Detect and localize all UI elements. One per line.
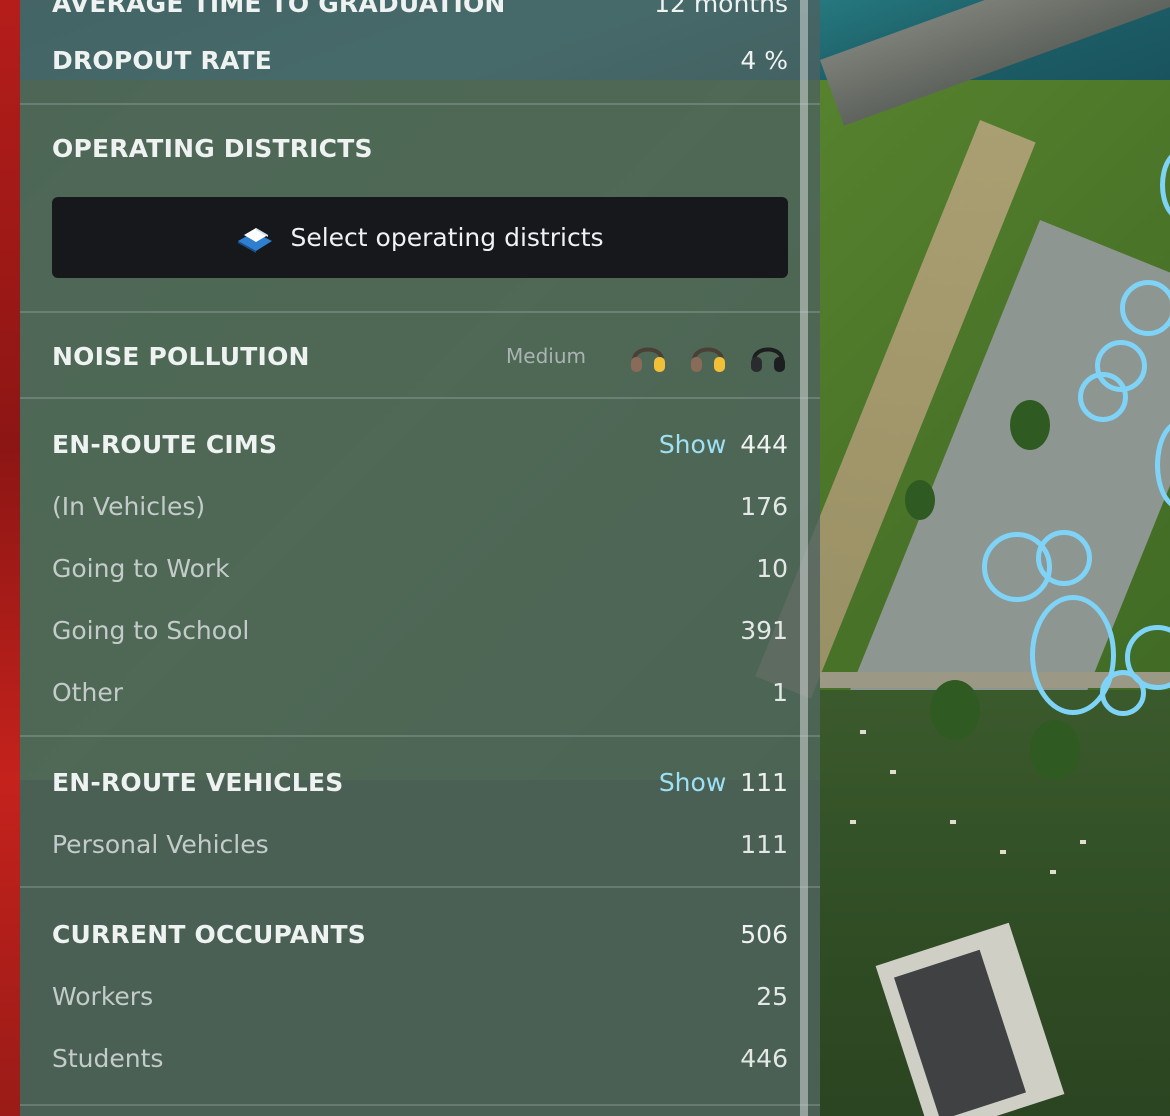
- show-cims-link[interactable]: Show: [659, 430, 726, 459]
- list-item: Going to Work 10: [52, 548, 788, 588]
- workers-label: Workers: [52, 981, 154, 1011]
- current-occupants-value: 506: [740, 919, 788, 949]
- districts-label: OPERATING DISTRICTS: [52, 133, 373, 163]
- divider: [20, 886, 820, 888]
- going-to-school-label: Going to School: [52, 615, 250, 645]
- en-route-cims-row: EN-ROUTE CIMS Show 444: [52, 424, 788, 464]
- selection-outline: [1095, 340, 1147, 392]
- list-item: Going to School 391: [52, 610, 788, 650]
- selection-outline: [1036, 530, 1092, 586]
- left-edge-panel: [0, 0, 20, 1116]
- list-item: Other 1: [52, 672, 788, 712]
- tree: [905, 480, 935, 520]
- personal-vehicles-value: 111: [740, 829, 788, 859]
- list-item: Personal Vehicles 111: [52, 824, 788, 864]
- going-to-work-label: Going to Work: [52, 553, 230, 583]
- headphones-icon: [688, 338, 728, 374]
- select-districts-label: Select operating districts: [290, 223, 604, 252]
- list-item: (In Vehicles) 176: [52, 486, 788, 526]
- en-route-cims-value: 444: [740, 429, 788, 459]
- en-route-vehicles-right: Show 111: [659, 768, 788, 797]
- list-item: Students 446: [52, 1038, 788, 1078]
- en-route-vehicles-label: EN-ROUTE VEHICLES: [52, 767, 344, 797]
- divider: [20, 103, 820, 105]
- en-route-cims-label: EN-ROUTE CIMS: [52, 429, 278, 459]
- students-value: 446: [740, 1043, 788, 1073]
- divider: [20, 735, 820, 737]
- selection-outline: [1120, 280, 1170, 336]
- students-label: Students: [52, 1043, 164, 1073]
- in-vehicles-value: 176: [740, 491, 788, 521]
- gravestone: [1050, 870, 1056, 874]
- dropout-row: DROPOUT RATE 4 %: [52, 40, 788, 80]
- tree: [1030, 720, 1080, 780]
- en-route-vehicles-value: 111: [740, 767, 788, 797]
- headphones-icon: [748, 338, 788, 374]
- noise-rating: Medium: [506, 338, 788, 374]
- select-districts-button[interactable]: Select operating districts: [52, 197, 788, 278]
- avg-time-row: AVERAGE TIME TO GRADUATION 12 months: [52, 0, 788, 18]
- personal-vehicles-label: Personal Vehicles: [52, 829, 269, 859]
- other-value: 1: [772, 677, 788, 707]
- avg-time-value: 12 months: [654, 0, 788, 18]
- gravestone: [1080, 840, 1086, 844]
- noise-level-label: Medium: [506, 344, 586, 368]
- in-vehicles-label: (In Vehicles): [52, 491, 206, 521]
- headphones-icon: [628, 338, 668, 374]
- gravestone: [950, 820, 956, 824]
- dropout-label: DROPOUT RATE: [52, 45, 273, 75]
- tree: [930, 680, 980, 740]
- tree: [1010, 400, 1050, 450]
- going-to-school-value: 391: [740, 615, 788, 645]
- gravestone: [890, 770, 896, 774]
- show-vehicles-link[interactable]: Show: [659, 768, 726, 797]
- divider: [20, 311, 820, 313]
- districts-row: OPERATING DISTRICTS: [52, 128, 788, 168]
- divider: [20, 397, 820, 399]
- gravestone: [1000, 850, 1006, 854]
- avg-time-label: AVERAGE TIME TO GRADUATION: [52, 0, 506, 18]
- en-route-vehicles-row: EN-ROUTE VEHICLES Show 111: [52, 762, 788, 802]
- gravestone: [860, 730, 866, 734]
- building-info-panel: AVERAGE TIME TO GRADUATION 12 months DRO…: [20, 0, 820, 1116]
- noise-row: NOISE POLLUTION Medium: [52, 336, 788, 376]
- noise-label: NOISE POLLUTION: [52, 341, 310, 371]
- current-occupants-label: CURRENT OCCUPANTS: [52, 919, 366, 949]
- workers-value: 25: [756, 981, 788, 1011]
- other-label: Other: [52, 677, 123, 707]
- going-to-work-value: 10: [756, 553, 788, 583]
- dropout-value: 4 %: [740, 45, 788, 75]
- list-item: Workers 25: [52, 976, 788, 1016]
- gravestone: [850, 820, 856, 824]
- en-route-cims-right: Show 444: [659, 430, 788, 459]
- current-occupants-row: CURRENT OCCUPANTS 506: [52, 914, 788, 954]
- divider: [20, 1104, 820, 1106]
- district-map-icon: [236, 223, 274, 253]
